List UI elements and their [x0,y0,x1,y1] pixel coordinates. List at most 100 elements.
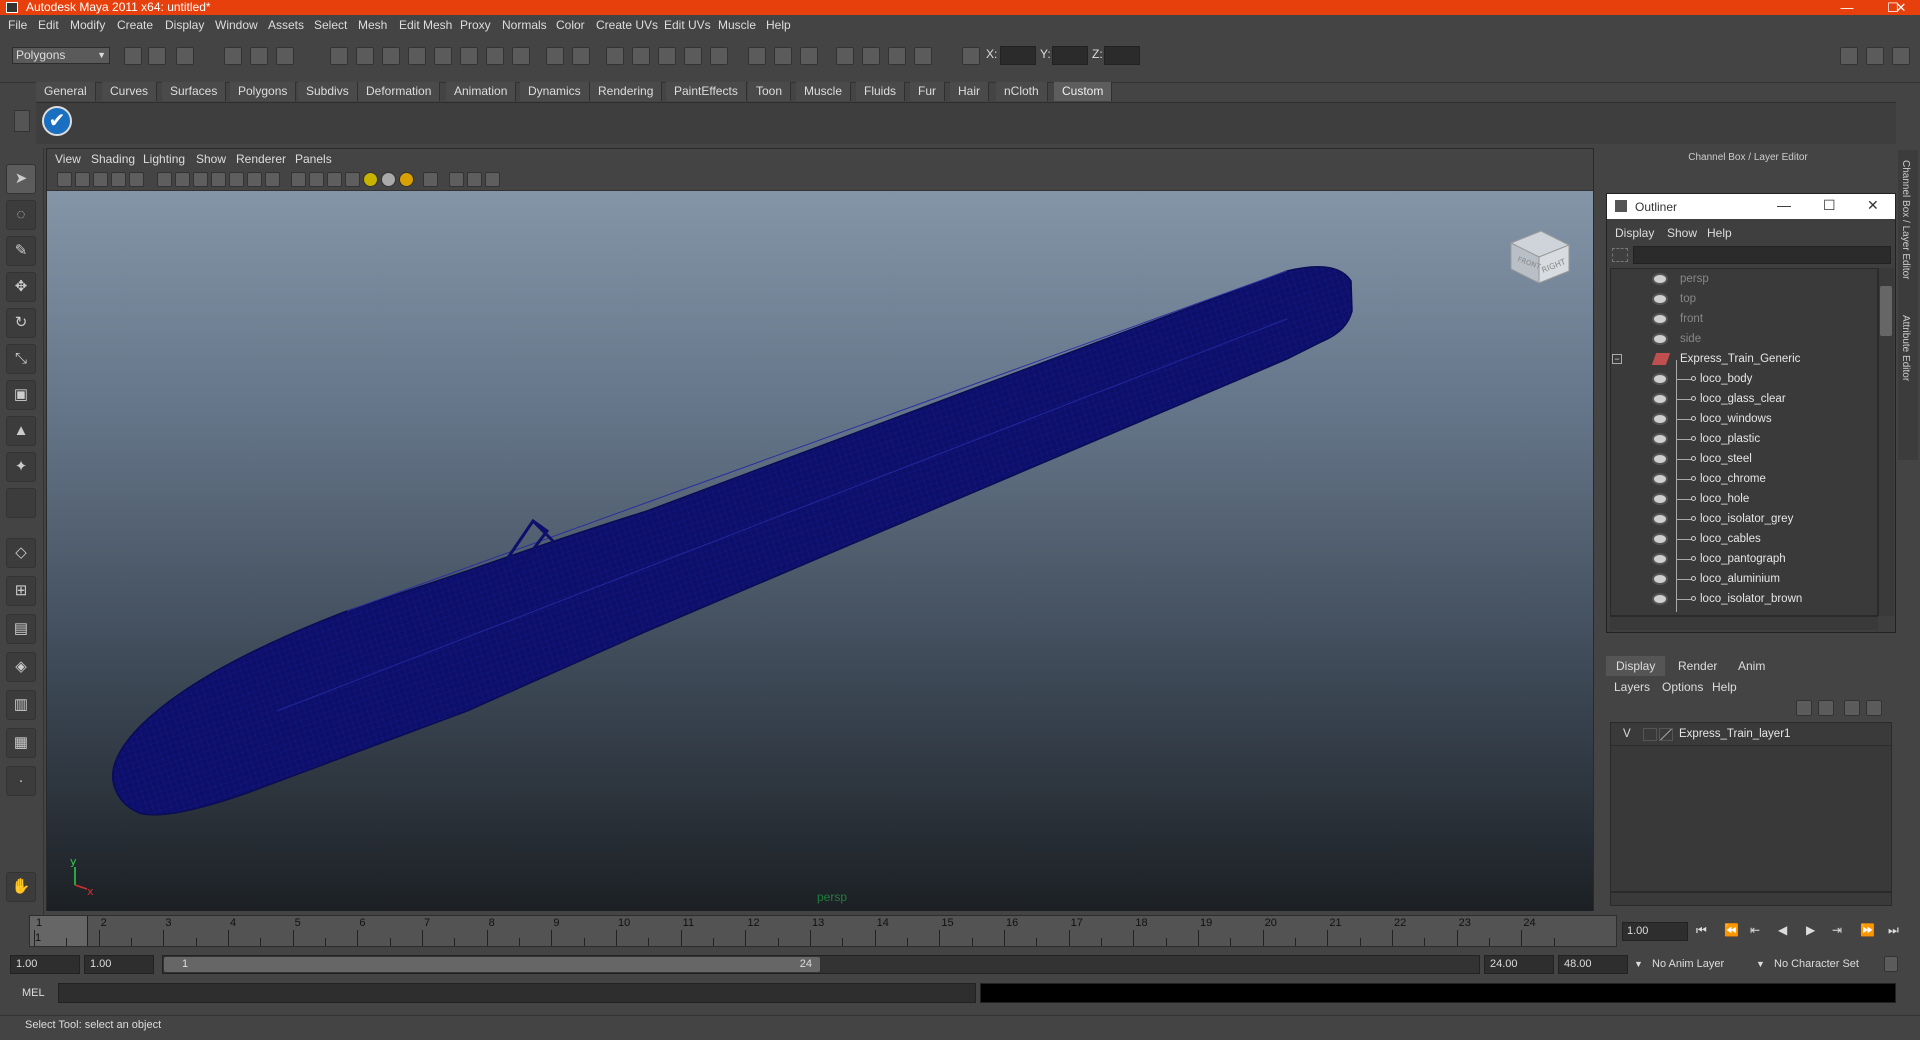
shelf-tab-custom[interactable]: Custom [1054,82,1113,101]
layer-tab-display[interactable]: Display [1606,656,1666,676]
play-forwards-icon[interactable]: ▶ [1806,923,1815,937]
xray-joints-icon[interactable] [467,172,482,187]
layout-persp-graph-icon[interactable]: ▦ [6,728,36,758]
select-hierarchy-icon[interactable] [224,47,242,65]
outliner-item-loco-cables[interactable]: loco_cables [1610,529,1878,549]
shelf-tab-painteffects[interactable]: PaintEffects [666,82,747,101]
menu-mesh[interactable]: Mesh [358,18,387,32]
resolution-gate-icon[interactable] [193,172,208,187]
shelf-tab-rendering[interactable]: Rendering [590,82,663,101]
open-scene-icon[interactable] [148,47,166,65]
layout-custom-icon[interactable]: · [6,766,36,796]
outliner-item-loco-hole[interactable]: loco_hole [1610,489,1878,509]
command-line-input[interactable] [58,983,976,1003]
wireframe-on-shaded-icon[interactable] [327,172,342,187]
gate-mask-icon[interactable] [211,172,226,187]
new-layer-selected-icon[interactable] [1818,700,1834,716]
outliner-item-side[interactable]: side [1610,329,1878,349]
anim-layer-chevron-icon[interactable]: ▼ [1634,955,1648,974]
bookmarks-icon[interactable] [93,172,108,187]
layer-menu-options[interactable]: Options [1662,680,1703,694]
step-back-frame-icon[interactable]: ⏪ [1724,923,1739,937]
safe-title-icon[interactable] [265,172,280,187]
shelf-tab-curves[interactable]: Curves [102,82,158,101]
layer-visibility-toggle[interactable]: V [1623,723,1631,746]
go-to-end-icon[interactable]: ⏭ [1888,923,1899,938]
shelf-tab-muscle[interactable]: Muscle [796,82,852,101]
menu-window[interactable]: Window [215,18,258,32]
character-set-dropdown[interactable]: No Character Set [1774,955,1882,974]
camera-attributes-icon[interactable] [75,172,90,187]
close-button[interactable]: ✕ [1882,0,1920,15]
shelf-tab-general[interactable]: General [36,82,96,101]
new-scene-icon[interactable] [124,47,142,65]
layout-single-pane-icon[interactable]: ◇ [6,538,36,568]
menu-create-uvs[interactable]: Create UVs [596,18,658,32]
select-camera-icon[interactable] [57,172,72,187]
select-tool-icon[interactable]: ➤ [6,164,36,194]
x-field[interactable] [1000,46,1036,65]
outliner-item-loco-aluminium[interactable]: loco_aluminium [1610,569,1878,589]
select-component-icon[interactable] [276,47,294,65]
outliner-item-persp[interactable]: persp [1610,269,1878,289]
show-attribute-editor-icon[interactable] [1840,47,1858,65]
film-gate-icon[interactable] [175,172,190,187]
move-tool-icon[interactable]: ✥ [6,272,36,302]
isolate-select-icon[interactable] [423,172,438,187]
outliner-item-group[interactable]: − Express_Train_Generic [1610,349,1878,369]
vp-menu-panels[interactable]: Panels [295,152,332,166]
highlight-selection-icon[interactable] [572,47,590,65]
filter-icon[interactable] [1612,248,1628,262]
shelf-tab-dynamics[interactable]: Dynamics [520,82,590,101]
shelf-menu-icon[interactable] [14,110,30,132]
menu-create[interactable]: Create [117,18,153,32]
menu-assets[interactable]: Assets [268,18,304,32]
outliner-horizontal-scrollbar[interactable] [1610,616,1878,630]
paint-select-tool-icon[interactable]: ✎ [6,236,36,266]
shelf-tab-surfaces[interactable]: Surfaces [162,82,227,101]
layer-playback-toggle[interactable] [1643,728,1657,741]
layer-horizontal-scrollbar[interactable] [1610,892,1892,906]
mask-curves-icon[interactable] [382,47,400,65]
outliner-item-loco-plastic[interactable]: loco_plastic [1610,429,1878,449]
menu-help[interactable]: Help [766,18,791,32]
input-ops-icon[interactable] [748,47,766,65]
vp-menu-lighting[interactable]: Lighting [143,152,185,166]
outliner-item-loco-isolator-grey[interactable]: loco_isolator_grey [1610,509,1878,529]
anim-layer-dropdown[interactable]: No Anim Layer [1652,955,1756,974]
menu-edit[interactable]: Edit [38,18,59,32]
minimize-button[interactable]: — [1824,0,1870,15]
shelf-tab-toon[interactable]: Toon [748,82,792,101]
range-slider-thumb[interactable]: 1 24 [164,957,820,972]
snap-curve-icon[interactable] [632,47,650,65]
xray-icon[interactable] [449,172,464,187]
rotate-tool-icon[interactable]: ↻ [6,308,36,338]
shelf-tab-ncloth[interactable]: nCloth [996,82,1048,101]
outliner-menu-display[interactable]: Display [1615,226,1654,240]
menu-edit-uvs[interactable]: Edit UVs [664,18,711,32]
make-live-icon[interactable] [710,47,728,65]
layer-color-swatch[interactable] [1659,728,1673,741]
side-tab-channel-box[interactable]: Channel Box / Layer Editor [1900,160,1911,280]
soft-modification-icon[interactable]: ▲ [6,416,36,446]
character-set-chevron-icon[interactable]: ▼ [1756,955,1770,974]
menu-proxy[interactable]: Proxy [460,18,491,32]
shelf-tab-fluids[interactable]: Fluids [856,82,906,101]
outliner-item-loco-chrome[interactable]: loco_chrome [1610,469,1878,489]
mask-joints-icon[interactable] [356,47,374,65]
viewcube[interactable]: FRONT RIGHT [1509,230,1571,284]
lasso-tool-icon[interactable]: ◌ [6,200,36,230]
layer-row[interactable]: V Express_Train_layer1 [1611,723,1891,746]
play-backwards-icon[interactable]: ◀ [1778,923,1787,937]
layer-menu-layers[interactable]: Layers [1614,680,1650,694]
command-language-label[interactable]: MEL [22,987,45,999]
shelf-tab-hair[interactable]: Hair [950,82,990,101]
move-up-layer-icon[interactable] [1844,700,1860,716]
layout-outliner-persp-icon[interactable]: ▤ [6,614,36,644]
outliner-filter-input[interactable] [1633,246,1891,264]
use-all-lights-icon[interactable] [381,172,396,187]
mask-deform-icon[interactable] [434,47,452,65]
animation-end-field[interactable]: 48.00 [1558,955,1628,974]
move-down-layer-icon[interactable] [1866,700,1882,716]
outliner-item-loco-body[interactable]: loco_body [1610,369,1878,389]
